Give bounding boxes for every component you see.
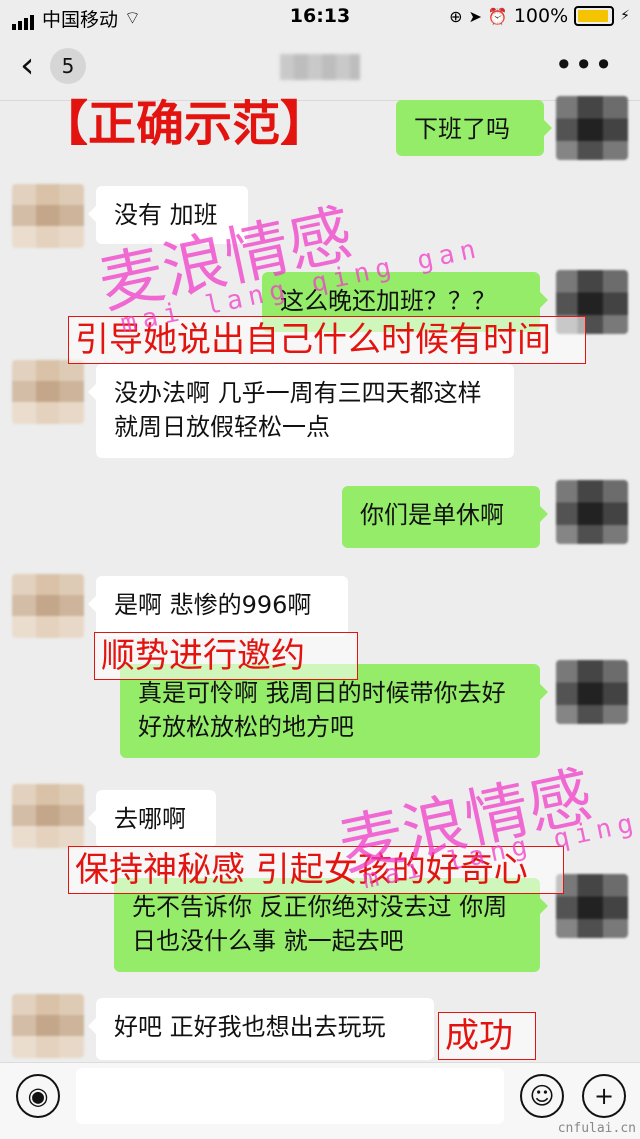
battery-icon (574, 6, 615, 26)
unread-badge: 5 (50, 48, 86, 84)
plus-icon: + (593, 1082, 615, 1110)
message-bubble-contact[interactable]: 没办法啊 几乎一周有三四天都这样 就周日放假轻松一点 (88, 364, 514, 458)
emoji-button[interactable]: ☺ (520, 1074, 564, 1118)
avatar-self[interactable] (556, 96, 628, 160)
message-text: 你们是单休啊 (360, 501, 504, 529)
message-text: 好吧 正好我也想出去玩玩 (114, 1013, 386, 1041)
message-text: 先不告诉你 反正你绝对没去过 你周日也没什么事 就一起去吧 (132, 893, 508, 955)
message-bubble-self[interactable]: 下班了吗 (396, 100, 552, 156)
message-text: 去哪啊 (114, 805, 186, 833)
chevron-left-icon: ‹ (20, 45, 35, 86)
message-text: 下班了吗 (414, 115, 510, 143)
back-button[interactable]: ‹ (20, 48, 50, 84)
status-right: ⊕ ➤ ⏰ 100% ⚡ (449, 5, 630, 27)
plus-button[interactable]: + (582, 1074, 626, 1118)
emoji-icon: ☺ (529, 1082, 555, 1110)
avatar-contact[interactable] (12, 184, 84, 248)
lock-rotation-icon: ⊕ (449, 6, 463, 26)
location-icon: ➤ (468, 6, 482, 26)
voice-icon: ◉ (27, 1082, 49, 1110)
annotation-success: 成功 (438, 1012, 536, 1060)
avatar-contact[interactable] (12, 994, 84, 1058)
more-button[interactable]: ••• (554, 46, 614, 84)
battery-percent: 100% (513, 5, 569, 27)
site-watermark: cnfulai.cn (557, 1121, 636, 1136)
avatar-contact[interactable] (12, 574, 84, 638)
avatar-self[interactable] (556, 480, 628, 544)
message-bubble-contact[interactable]: 好吧 正好我也想出去玩玩 (88, 998, 434, 1060)
message-bubble-self[interactable]: 你们是单休啊 (342, 486, 548, 548)
chat-header: ‹ 5 ••• (0, 34, 640, 101)
avatar-contact[interactable] (12, 360, 84, 424)
title-annotation: 【正确示范】 (40, 96, 329, 152)
voice-button[interactable]: ◉ (16, 1074, 60, 1118)
message-text: 没办法啊 几乎一周有三四天都这样 就周日放假轻松一点 (114, 379, 482, 441)
charging-icon: ⚡ (620, 8, 630, 24)
message-bubble-contact[interactable]: 是啊 悲惨的996啊 (88, 576, 348, 636)
avatar-contact[interactable] (12, 784, 84, 848)
contact-name-blurred (280, 54, 360, 80)
more-dots-icon: ••• (554, 46, 614, 84)
message-text: 是啊 悲惨的996啊 (114, 591, 312, 619)
message-bubble-contact[interactable]: 去哪啊 (88, 790, 216, 848)
message-input[interactable] (76, 1068, 504, 1124)
avatar-self[interactable] (556, 660, 628, 724)
avatar-self[interactable] (556, 874, 628, 938)
annotation-invite: 顺势进行邀约 (94, 632, 358, 680)
alarm-icon: ⏰ (487, 6, 508, 26)
message-text: 真是可怜啊 我周日的时候带你去好好放松放松的地方吧 (138, 679, 506, 741)
status-bar: 中国移动 ⌔ 16:13 ⊕ ➤ ⏰ 100% ⚡ (0, 0, 640, 34)
